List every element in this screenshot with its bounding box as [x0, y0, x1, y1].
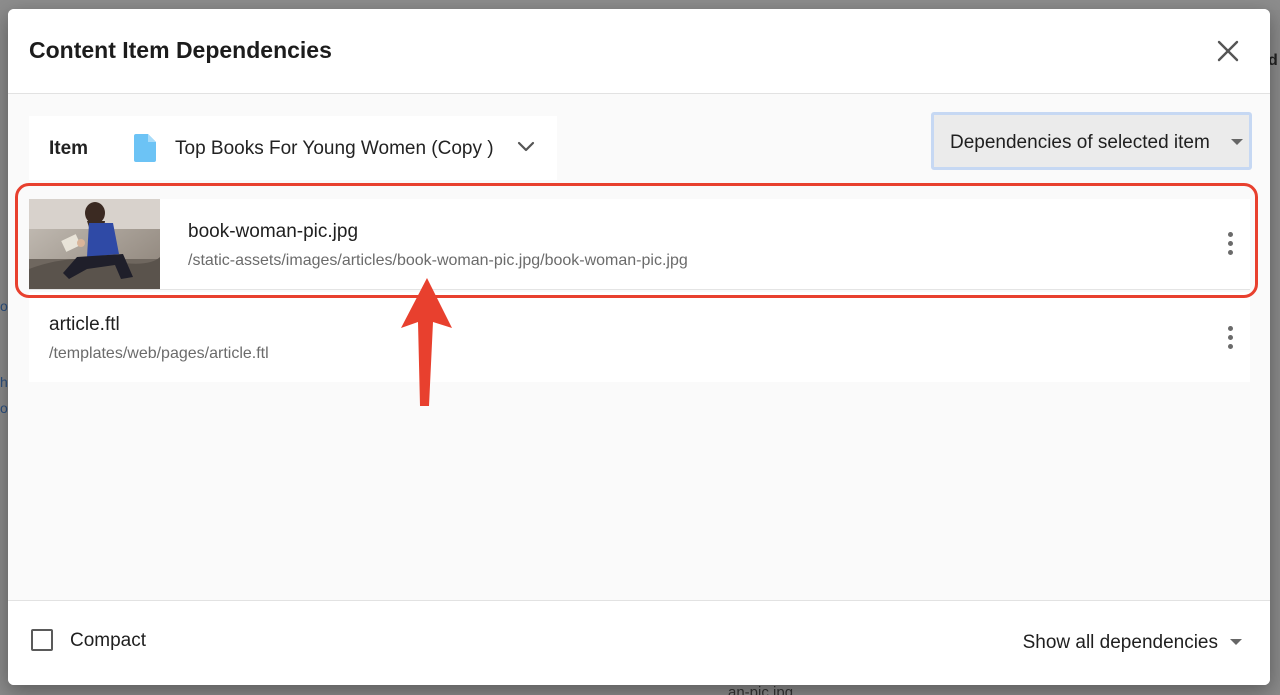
dialog-footer: Compact Show all dependencies [8, 600, 1270, 685]
file-icon [134, 134, 156, 162]
caret-down-icon [1231, 139, 1243, 145]
image-thumbnail [29, 199, 160, 289]
background-link-fragment: o [0, 400, 8, 416]
background-link-fragment: h [0, 374, 8, 390]
dependency-row[interactable]: book-woman-pic.jpg /static-assets/images… [29, 199, 1250, 290]
dialog-header: Content Item Dependencies [8, 9, 1270, 94]
item-value: Top Books For Young Women (Copy ) [175, 138, 494, 159]
chevron-down-icon[interactable] [517, 140, 535, 154]
more-options-icon[interactable] [1225, 326, 1235, 352]
background-text-fragment: an-pic.jpg [728, 684, 794, 695]
background-link-fragment: o [0, 298, 8, 314]
dependency-path: /templates/web/pages/article.ftl [49, 345, 269, 362]
dependency-path: /static-assets/images/articles/book-woma… [188, 252, 688, 269]
dependency-row[interactable]: article.ftl /templates/web/pages/article… [29, 292, 1250, 382]
caret-down-icon [1230, 639, 1242, 645]
compact-label: Compact [70, 630, 147, 651]
dependencies-dialog: Content Item Dependencies Item Top Books… [8, 9, 1270, 685]
show-dependencies-select[interactable]: Show all dependencies [1006, 623, 1246, 657]
dependency-name: book-woman-pic.jpg [188, 221, 359, 242]
close-icon [1217, 40, 1239, 62]
item-selector[interactable]: Item Top Books For Young Women (Copy ) [29, 116, 557, 180]
dependency-name: article.ftl [49, 314, 120, 335]
show-dependencies-value: Show all dependencies [1022, 632, 1218, 653]
dependency-type-select[interactable]: Dependencies of selected item [931, 112, 1252, 170]
compact-checkbox[interactable] [31, 629, 53, 651]
dialog-title: Content Item Dependencies [29, 37, 332, 63]
dependency-type-value: Dependencies of selected item [950, 132, 1210, 153]
more-options-icon[interactable] [1225, 232, 1235, 258]
item-label: Item [49, 138, 89, 159]
close-button[interactable] [1214, 37, 1242, 65]
